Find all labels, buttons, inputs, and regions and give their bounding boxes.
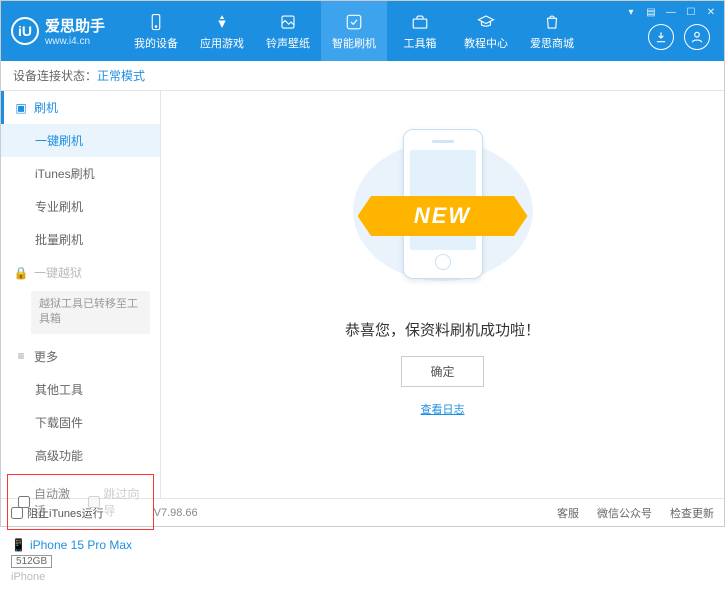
sidebar-item-other-tools[interactable]: 其他工具 <box>1 373 160 406</box>
store-icon <box>542 12 562 32</box>
lock-icon: 🔒 <box>14 266 28 280</box>
footer-link-support[interactable]: 客服 <box>557 505 579 521</box>
logo: iU 爱思助手 www.i4.cn <box>11 15 105 47</box>
status-value: 正常模式 <box>97 67 145 84</box>
sidebar-item-oneclick-flash[interactable]: 一键刷机 <box>1 124 160 157</box>
device-icon <box>146 12 166 32</box>
nav-toolbox[interactable]: 工具箱 <box>387 1 453 61</box>
sidebar-group-more[interactable]: ≡ 更多 <box>1 340 160 373</box>
device-info: 📱 iPhone 15 Pro Max 512GB iPhone <box>1 532 160 593</box>
success-message: 恭喜您，保资料刷机成功啦！ <box>345 319 540 340</box>
footer-link-update[interactable]: 检查更新 <box>670 505 714 521</box>
connection-status-bar: 设备连接状态： 正常模式 <box>1 61 724 91</box>
app-title: 爱思助手 <box>45 15 105 36</box>
footer-link-wechat[interactable]: 微信公众号 <box>597 505 652 521</box>
user-button[interactable] <box>684 24 710 50</box>
sidebar-group-flash[interactable]: ▣ 刷机 <box>1 91 160 124</box>
ringtone-icon <box>278 12 298 32</box>
version-label: V7.98.66 <box>154 507 198 519</box>
nav-smart-flash[interactable]: 智能刷机 <box>321 1 387 61</box>
nav-store[interactable]: 爱思商城 <box>519 1 585 61</box>
device-name[interactable]: 📱 iPhone 15 Pro Max <box>11 538 150 552</box>
new-ribbon: NEW <box>358 196 528 236</box>
download-button[interactable] <box>648 24 674 50</box>
tutorial-icon <box>476 12 496 32</box>
device-storage: 512GB <box>11 555 52 568</box>
app-header: ▾ ▤ — ☐ ✕ iU 爱思助手 www.i4.cn 我的设备 应用游戏 铃声… <box>1 1 724 61</box>
more-icon: ≡ <box>14 349 28 363</box>
skin-icon[interactable]: ▤ <box>644 5 658 19</box>
top-nav: 我的设备 应用游戏 铃声壁纸 智能刷机 工具箱 教程中心 爱思商城 <box>123 1 648 61</box>
menu-icon[interactable]: ▾ <box>624 5 638 19</box>
block-itunes-checkbox[interactable]: 阻止iTunes运行 <box>11 505 104 521</box>
sidebar-item-pro-flash[interactable]: 专业刷机 <box>1 190 160 223</box>
nav-apps-games[interactable]: 应用游戏 <box>189 1 255 61</box>
main-content: NEW 恭喜您，保资料刷机成功啦！ 确定 查看日志 <box>161 91 724 498</box>
minimize-icon[interactable]: — <box>664 5 678 19</box>
flash-icon <box>344 12 364 32</box>
device-type: iPhone <box>11 571 150 583</box>
sidebar-group-jailbreak: 🔒 一键越狱 <box>1 256 160 289</box>
toolbox-icon <box>410 12 430 32</box>
sidebar-item-itunes-flash[interactable]: iTunes刷机 <box>1 157 160 190</box>
nav-my-device[interactable]: 我的设备 <box>123 1 189 61</box>
app-subtitle: www.i4.cn <box>45 36 105 47</box>
sidebar: ▣ 刷机 一键刷机 iTunes刷机 专业刷机 批量刷机 🔒 一键越狱 越狱工具… <box>1 91 161 498</box>
logo-icon: iU <box>11 17 39 45</box>
view-log-link[interactable]: 查看日志 <box>421 401 465 417</box>
status-label: 设备连接状态： <box>13 67 97 84</box>
maximize-icon[interactable]: ☐ <box>684 5 698 19</box>
sidebar-item-batch-flash[interactable]: 批量刷机 <box>1 223 160 256</box>
close-icon[interactable]: ✕ <box>704 5 718 19</box>
jailbreak-moved-note: 越狱工具已转移至工具箱 <box>31 291 150 334</box>
header-right <box>648 24 710 50</box>
flash-group-icon: ▣ <box>14 101 28 115</box>
ok-button[interactable]: 确定 <box>401 356 483 387</box>
nav-ringtone-wallpaper[interactable]: 铃声壁纸 <box>255 1 321 61</box>
sidebar-item-advanced[interactable]: 高级功能 <box>1 439 160 472</box>
activation-options: 自动激活 跳过向导 <box>7 474 154 530</box>
phone-icon: 📱 <box>11 538 26 552</box>
window-controls: ▾ ▤ — ☐ ✕ <box>624 5 718 19</box>
success-illustration: NEW <box>353 121 533 301</box>
sidebar-item-download-firmware[interactable]: 下载固件 <box>1 406 160 439</box>
nav-tutorials[interactable]: 教程中心 <box>453 1 519 61</box>
apps-icon <box>212 12 232 32</box>
